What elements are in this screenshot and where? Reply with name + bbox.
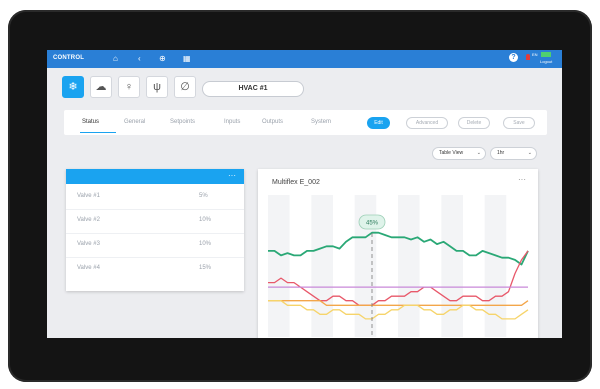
- tab-setpoints[interactable]: Setpoints: [170, 119, 195, 125]
- language-label[interactable]: EN: [532, 52, 538, 57]
- chart-background-stripe: [463, 195, 485, 337]
- chart-background-stripe: [268, 195, 290, 337]
- advanced-button[interactable]: Advanced: [406, 117, 448, 129]
- tab-general[interactable]: General: [124, 119, 145, 125]
- chart-background-stripe: [506, 195, 528, 337]
- chart-background-stripe: [419, 195, 442, 337]
- weather-icon: ☁: [95, 81, 107, 93]
- valve-name: Valve #1: [77, 193, 100, 199]
- bulb-icon: ♀: [124, 81, 134, 93]
- chart-card: Multiflex E_002 ··· 45%: [258, 169, 538, 338]
- view-mode-value: Table View: [439, 150, 464, 156]
- valve-value: 10%: [199, 217, 212, 223]
- cooling-tile[interactable]: ❄: [62, 76, 84, 98]
- device-name-field[interactable]: HVAC #1: [202, 81, 304, 97]
- valve-row: Valve #4 15%: [66, 258, 244, 281]
- lighting-tile[interactable]: ♀: [118, 76, 140, 98]
- valves-card: ··· Valve #1 5% Valve #2 10% Valve #3 10…: [66, 169, 244, 291]
- network-icon[interactable]: ⊕: [159, 54, 166, 63]
- valve-name: Valve #3: [77, 241, 100, 247]
- app-screen: CONTROL ⌂ ‹ ⊕ ▦ ? EN Logout ❄ ☁ ♀ ψ ∅ HV…: [47, 50, 562, 338]
- time-range-value: 1hr: [497, 150, 505, 156]
- valve-name: Valve #4: [77, 265, 100, 271]
- chart-cursor-label: 45%: [358, 214, 386, 230]
- chart-cursor-value: 45%: [366, 221, 379, 227]
- valve-row: Valve #1 5%: [66, 186, 244, 210]
- valves-card-header: ···: [66, 169, 244, 184]
- view-mode-select[interactable]: Table View ⌄: [432, 147, 486, 160]
- brand-logo: CONTROL: [53, 55, 85, 61]
- valve-name: Valve #2: [77, 217, 100, 223]
- plug-icon: ψ: [153, 81, 161, 93]
- logout-link[interactable]: Logout: [540, 59, 552, 64]
- more-options-icon[interactable]: ···: [228, 171, 236, 180]
- line-chart: 45%: [268, 195, 529, 337]
- valve-value: 15%: [199, 265, 212, 271]
- chart-background-stripe: [333, 195, 355, 337]
- calendar-icon[interactable]: ▦: [183, 54, 191, 63]
- snowflake-icon: ❄: [68, 81, 78, 93]
- help-icon[interactable]: ?: [509, 53, 518, 62]
- time-range-select[interactable]: 1hr ⌄: [490, 147, 537, 160]
- leaf-icon: ∅: [180, 81, 190, 93]
- power-tile[interactable]: ψ: [146, 76, 168, 98]
- active-tab-indicator: [80, 132, 116, 133]
- tab-bar: Status General Setpoints Inputs Outputs …: [64, 110, 547, 135]
- tab-outputs[interactable]: Outputs: [262, 119, 283, 125]
- chevron-down-icon: ⌄: [476, 150, 481, 156]
- valve-value: 10%: [199, 241, 212, 247]
- tab-inputs[interactable]: Inputs: [224, 119, 240, 125]
- eco-tile[interactable]: ∅: [174, 76, 196, 98]
- signal-icon: [541, 52, 551, 57]
- weather-tile[interactable]: ☁: [90, 76, 112, 98]
- back-icon[interactable]: ‹: [138, 54, 141, 63]
- tab-system[interactable]: System: [311, 119, 331, 125]
- chart-background-stripe: [289, 195, 312, 337]
- valve-row: Valve #2 10%: [66, 210, 244, 234]
- delete-button[interactable]: Delete: [458, 117, 490, 129]
- chart-background-stripe: [484, 195, 507, 337]
- edit-button[interactable]: Edit: [367, 117, 390, 129]
- valve-value: 5%: [199, 193, 208, 199]
- chart-background-stripe: [311, 195, 333, 337]
- chevron-down-icon: ⌄: [527, 150, 532, 156]
- chart-background-stripe: [441, 195, 463, 337]
- alarm-icon[interactable]: [526, 54, 530, 60]
- chart-background-stripe: [398, 195, 420, 337]
- valve-row: Valve #3 10%: [66, 234, 244, 258]
- top-bar: CONTROL ⌂ ‹ ⊕ ▦ ? EN Logout: [47, 50, 562, 68]
- tab-status[interactable]: Status: [82, 119, 99, 125]
- save-button[interactable]: Save: [503, 117, 535, 129]
- home-icon[interactable]: ⌂: [113, 54, 118, 63]
